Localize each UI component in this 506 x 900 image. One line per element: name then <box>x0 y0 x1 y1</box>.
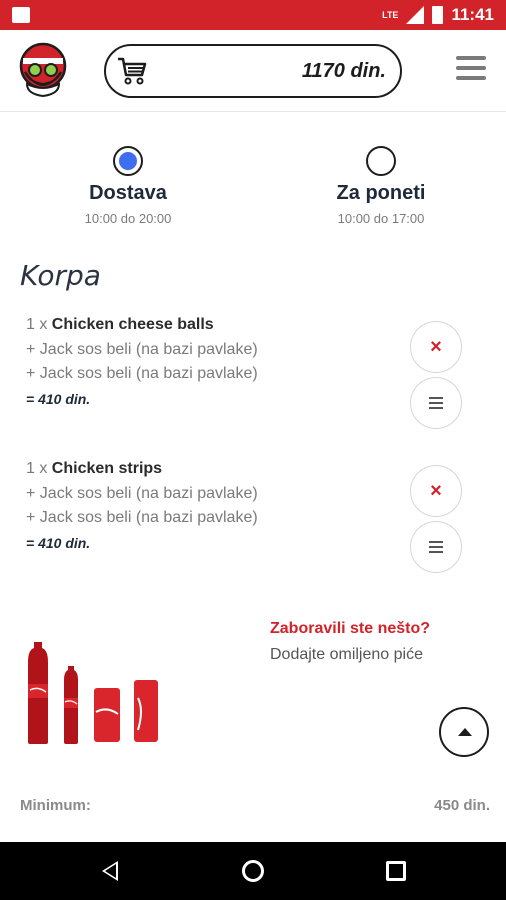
network-type: LTE <box>382 10 399 20</box>
delivery-option-name: Dostava <box>89 182 167 204</box>
minimum-label: Minimum: <box>20 797 91 814</box>
clock: 11:41 <box>451 5 494 24</box>
recent-apps-icon[interactable] <box>386 861 406 881</box>
back-icon[interactable] <box>102 861 118 881</box>
cart-summary-button[interactable]: 1170 din. <box>104 44 402 98</box>
edit-item-button[interactable] <box>410 521 462 573</box>
minimum-value: 450 din. <box>434 797 490 814</box>
upsell-box[interactable]: Zaboravili ste nešto? Dodajte omiljeno p… <box>270 620 490 664</box>
minimum-order-row: Minimum: 450 din. <box>20 797 490 814</box>
cart-item-price: = 410 din. <box>26 390 91 407</box>
cart-item-title: 1 x Chicken cheese balls <box>26 316 214 333</box>
remove-item-button[interactable]: × <box>410 465 462 517</box>
cart-title: Korpa <box>20 259 101 292</box>
cart-item: 1 x Chicken cheese balls + Jack sos beli… <box>26 313 406 411</box>
cart-item-title: 1 x Chicken strips <box>26 460 163 477</box>
mascot-logo[interactable] <box>17 42 69 98</box>
close-icon: × <box>430 480 442 502</box>
edit-item-button[interactable] <box>410 377 462 429</box>
status-bar: LTE 11:41 <box>0 0 506 30</box>
delivery-option-hours: 10:00 do 17:00 <box>337 211 425 226</box>
app-header: 1170 din. <box>0 30 506 112</box>
shopping-cart-icon <box>118 57 147 85</box>
radio-selected-icon[interactable] <box>113 146 143 176</box>
home-icon[interactable] <box>242 860 264 882</box>
hamburger-menu-icon[interactable] <box>456 56 486 80</box>
upsell-title: Zaboravili ste nešto? <box>270 620 431 637</box>
cart-item: 1 x Chicken strips + Jack sos beli (na b… <box>26 457 406 555</box>
radio-unselected-icon[interactable] <box>366 146 396 176</box>
delivery-option-hours: 10:00 do 20:00 <box>84 211 172 226</box>
delivery-option-dostava[interactable]: Dostava 10:00 do 20:00 <box>33 146 223 226</box>
cart-item-extra: + Jack sos beli (na bazi pavlake) <box>26 509 258 526</box>
sim-card-icon <box>12 7 30 23</box>
battery-icon <box>432 6 444 24</box>
cart-item-price: = 410 din. <box>26 534 91 551</box>
delivery-option-za-poneti[interactable]: Za poneti 10:00 do 17:00 <box>286 146 476 226</box>
delivery-option-name: Za poneti <box>336 182 426 204</box>
drinks-image[interactable] <box>22 640 162 746</box>
cart-item-extra: + Jack sos beli (na bazi pavlake) <box>26 484 258 502</box>
list-icon <box>429 394 443 412</box>
upsell-subtitle: Dodajte omiljeno piće <box>270 646 423 663</box>
cart-item-extra: + Jack sos beli (na bazi pavlake) <box>26 340 258 358</box>
system-navigation-bar <box>0 842 506 900</box>
close-icon: × <box>430 336 442 358</box>
cart-total: 1170 din. <box>301 60 386 82</box>
scroll-up-button[interactable] <box>439 707 489 757</box>
signal-icon <box>406 6 425 24</box>
cart-item-extra: + Jack sos beli (na bazi pavlake) <box>26 365 258 382</box>
list-icon <box>429 538 443 556</box>
remove-item-button[interactable]: × <box>410 321 462 373</box>
